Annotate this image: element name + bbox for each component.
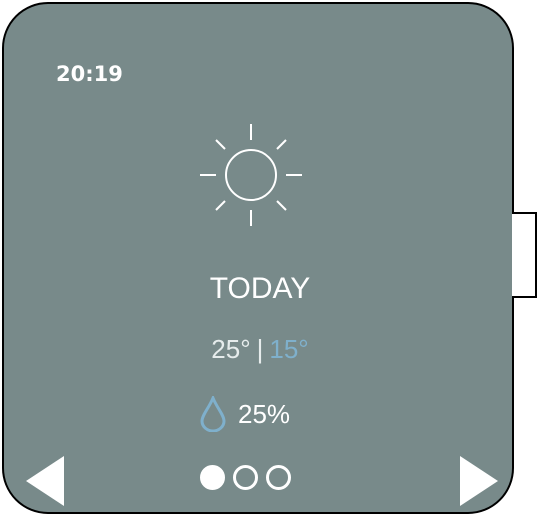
precipitation: 25% xyxy=(200,396,290,432)
crown-button[interactable] xyxy=(512,212,537,298)
page-dot-1[interactable] xyxy=(200,465,225,490)
temp-separator: | xyxy=(256,334,264,364)
raindrop-icon xyxy=(200,396,226,432)
day-label: TODAY xyxy=(209,272,311,305)
previous-arrow-button[interactable] xyxy=(26,456,66,506)
page-dot-2[interactable] xyxy=(233,465,258,490)
precipitation-value: 25% xyxy=(238,398,291,429)
next-arrow-button[interactable] xyxy=(458,456,498,506)
watch-face: 20:19 TODAY 25° | 15° 25% xyxy=(2,2,514,514)
clock-time: 20:19 xyxy=(56,62,123,86)
temperature-range: 25° | 15° xyxy=(4,334,516,365)
high-temp: 25° xyxy=(211,334,251,364)
page-dot-3[interactable] xyxy=(266,465,291,490)
page-indicator xyxy=(200,465,291,490)
low-temp: 15° xyxy=(269,334,309,364)
sun-icon xyxy=(200,124,302,226)
